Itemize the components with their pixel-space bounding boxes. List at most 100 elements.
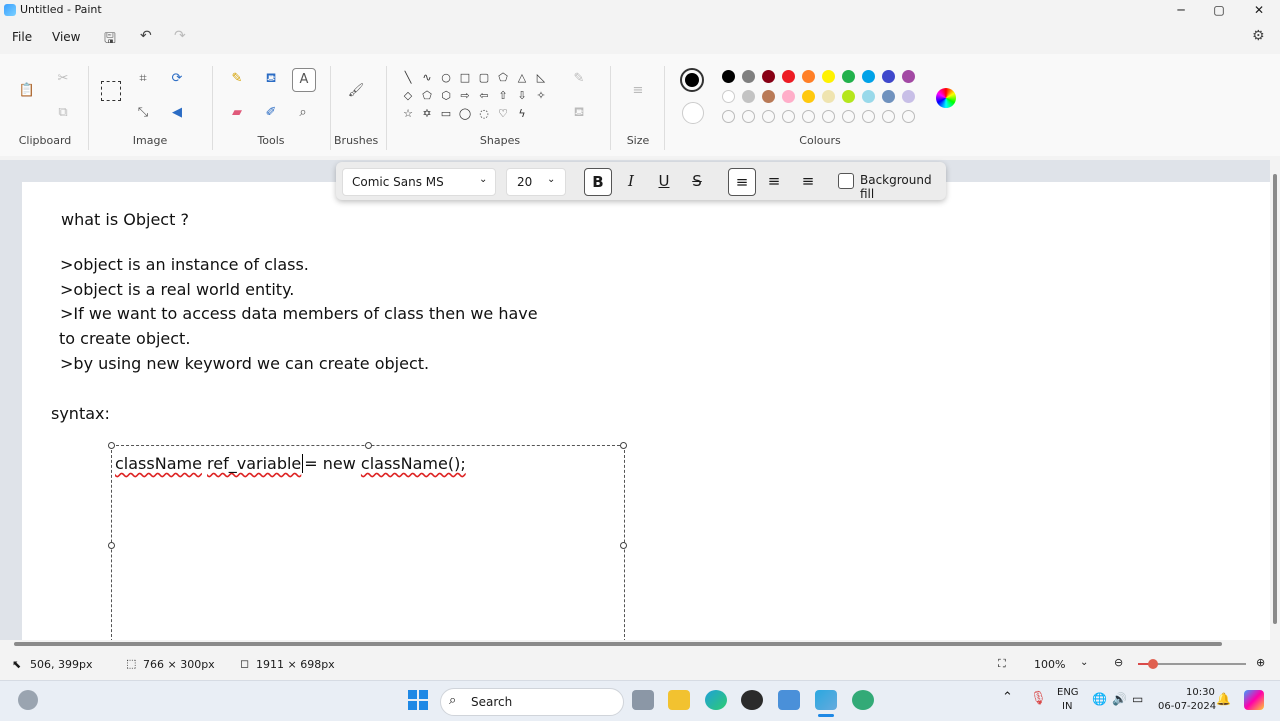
curve-shape-icon[interactable]: ∿ [419,70,435,86]
resize-handle-e[interactable] [620,542,627,549]
settings-gear-icon[interactable]: ⚙ [1252,28,1265,44]
colour-swatch[interactable] [802,90,815,103]
chevron-up-icon[interactable]: ⌃ [1002,690,1013,705]
custom-colour-slot[interactable] [782,110,795,123]
resize-handle-ne[interactable] [620,442,627,449]
rounded-rectangle-shape-icon[interactable]: ▢ [476,70,492,86]
close-button[interactable]: ✕ [1240,0,1278,20]
brush-icon[interactable]: 🖌 [345,80,367,102]
pencil-icon[interactable]: ✎ [226,68,248,90]
colour-swatch[interactable] [842,90,855,103]
vertical-scrollbar[interactable] [1270,160,1280,640]
shape-fill-icon[interactable]: ⛾ [568,102,590,124]
code-line[interactable]: className ref_variable = new className(); [115,454,466,473]
outline-icon[interactable]: ✎ [568,68,590,90]
colour-swatch[interactable] [862,70,875,83]
pentagon-shape-icon[interactable]: ⬠ [419,88,435,104]
zoom-level[interactable]: 100% [1034,658,1065,671]
colour-swatch[interactable] [822,90,835,103]
right-arrow-shape-icon[interactable]: ⇨ [457,88,473,104]
battery-icon[interactable]: ▭ [1132,692,1143,706]
drawing-canvas[interactable]: what is Object ? >object is an instance … [22,182,1270,640]
resize-handle-n[interactable] [365,442,372,449]
microphone-icon[interactable]: 🎙 [1030,691,1047,706]
custom-colour-slot[interactable] [862,110,875,123]
custom-colour-slot[interactable] [882,110,895,123]
triangle-shape-icon[interactable]: △ [514,70,530,86]
clock-date[interactable]: 06-07-2024 [1158,701,1216,712]
heart-shape-icon[interactable]: ♡ [495,106,511,122]
color-picker-icon[interactable]: ✐ [260,102,282,124]
text-tool-icon[interactable]: A [292,68,316,92]
paste-icon[interactable]: 📋 [16,80,38,102]
align-right-icon[interactable]: ≡ [795,168,821,194]
maximize-button[interactable]: ▢ [1200,0,1238,20]
custom-colour-slot[interactable] [762,110,775,123]
colour-swatch[interactable] [802,70,815,83]
zoom-slider-thumb[interactable] [1148,659,1158,669]
diamond-shape-icon[interactable]: ◇ [400,88,416,104]
custom-colour-slot[interactable] [842,110,855,123]
oval-shape-icon[interactable]: ○ [438,70,454,86]
colour-swatch[interactable] [722,70,735,83]
copy-icon[interactable]: ⧉ [52,102,74,124]
resize-handle-w[interactable] [108,542,115,549]
custom-colour-slot[interactable] [742,110,755,123]
cut-icon[interactable]: ✂ [52,68,74,90]
redo-icon[interactable]: ↷ [174,28,186,44]
four-point-star-shape-icon[interactable]: ✧ [533,88,549,104]
up-arrow-shape-icon[interactable]: ⇧ [495,88,511,104]
colour-swatch[interactable] [902,90,915,103]
font-size-dropdown[interactable]: 20 ⌄ [506,168,566,196]
microsoft-store-icon[interactable] [778,690,800,710]
cloud-callout-shape-icon[interactable]: ◌ [476,106,492,122]
down-arrow-shape-icon[interactable]: ⇩ [514,88,530,104]
line-shape-icon[interactable]: ╲ [400,70,416,86]
edit-colours-icon[interactable] [936,88,956,108]
rect-callout-shape-icon[interactable]: ▭ [438,106,454,122]
primary-colour-ring[interactable] [680,68,704,92]
strikethrough-button[interactable]: S [684,168,710,194]
resize-icon[interactable]: ⤡ [132,102,154,124]
colour-swatch[interactable] [842,70,855,83]
custom-colour-slot[interactable] [722,110,735,123]
language-region[interactable]: IN [1062,701,1072,712]
right-triangle-shape-icon[interactable]: ◺ [533,70,549,86]
fit-to-window-icon[interactable]: ⛶ [998,657,1006,671]
horizontal-scrollbar[interactable] [0,640,1280,648]
zoom-out-icon[interactable]: ⊖ [1114,656,1123,669]
colour-swatch[interactable] [742,90,755,103]
chevron-down-icon[interactable]: ⌄ [1080,657,1088,668]
task-view-icon[interactable] [632,690,654,710]
notification-bell-icon[interactable]: 🔔 [1216,692,1231,706]
crop-icon[interactable]: ⌗ [132,68,154,90]
eraser-icon[interactable]: ▰ [226,102,248,124]
background-fill-checkbox[interactable] [838,173,854,189]
resize-handle-nw[interactable] [108,442,115,449]
custom-colour-slot[interactable] [902,110,915,123]
save-icon[interactable]: 🖫 [104,28,116,52]
clock-time[interactable]: 10:30 [1186,687,1215,698]
colour-swatch[interactable] [862,90,875,103]
colour-swatch[interactable] [782,90,795,103]
colour-swatch[interactable] [722,90,735,103]
polygon-shape-icon[interactable]: ⬠ [495,70,511,86]
flip-icon[interactable]: ◀ [166,102,188,124]
oval-callout-shape-icon[interactable]: ◯ [457,106,473,122]
rotate-icon[interactable]: ⟳ [166,68,188,90]
fill-bucket-icon[interactable]: ⛾ [260,68,282,90]
widgets-icon[interactable] [18,690,38,710]
colour-swatch[interactable] [762,90,775,103]
lightning-shape-icon[interactable]: ϟ [514,106,530,122]
rectangle-shape-icon[interactable]: □ [457,70,473,86]
volume-icon[interactable]: 🔊 [1112,692,1127,706]
italic-button[interactable]: I [618,168,644,194]
six-point-star-shape-icon[interactable]: ✡ [419,106,435,122]
network-icon[interactable]: 🌐 [1092,692,1107,706]
menu-view[interactable]: View [52,30,80,44]
magnifier-icon[interactable]: ⌕ [292,102,314,124]
colour-swatch[interactable] [762,70,775,83]
colour-swatch[interactable] [902,70,915,83]
copilot-icon[interactable] [1244,690,1264,710]
horizontal-scroll-thumb[interactable] [14,642,1222,646]
